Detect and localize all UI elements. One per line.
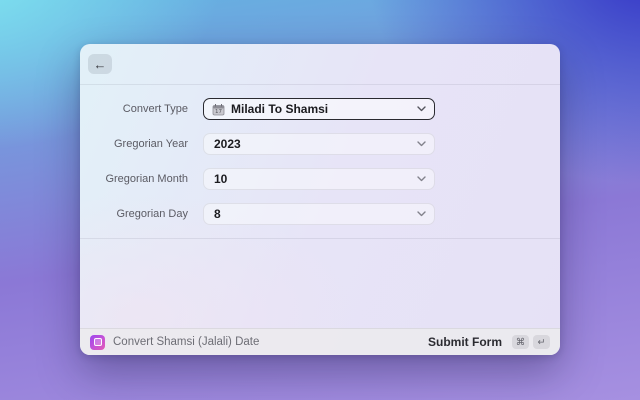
chevron-down-icon [417, 106, 426, 112]
form-row-gregorian-year: Gregorian Year 2023 [80, 133, 560, 155]
gregorian-year-dropdown[interactable]: 2023 [203, 133, 435, 155]
chevron-down-icon [417, 211, 426, 217]
back-button[interactable]: ← [88, 54, 112, 74]
gregorian-month-label: Gregorian Month [105, 173, 188, 185]
form-row-convert-type: Convert Type 17 Miladi To Shamsi [80, 98, 560, 120]
convert-type-dropdown[interactable]: 17 Miladi To Shamsi [203, 98, 435, 120]
calendar-icon: 17 [212, 103, 225, 116]
desktop-background: ← Convert Type 17 Miladi To Shamsi Grego… [0, 0, 640, 400]
calendar-extension-icon-glyph [93, 338, 102, 346]
form-row-gregorian-day: Gregorian Day 8 [80, 203, 560, 225]
gregorian-day-label: Gregorian Day [116, 208, 188, 220]
form: Convert Type 17 Miladi To Shamsi Gregori… [80, 85, 560, 239]
gregorian-day-value: 8 [214, 207, 221, 221]
gregorian-year-label: Gregorian Year [114, 138, 188, 150]
calendar-extension-icon [90, 334, 105, 350]
chevron-down-icon [417, 176, 426, 182]
window-header: ← [80, 44, 560, 85]
back-arrow-icon: ← [93, 56, 107, 72]
raycast-window: ← Convert Type 17 Miladi To Shamsi Grego… [80, 44, 560, 355]
convert-type-value: Miladi To Shamsi [231, 102, 329, 116]
convert-type-label: Convert Type [122, 103, 188, 115]
empty-content-area [80, 239, 560, 328]
command-title: Convert Shamsi (Jalali) Date [113, 336, 260, 348]
submit-form-label: Submit Form [428, 335, 502, 349]
chevron-down-icon [417, 141, 426, 147]
action-bar: Convert Shamsi (Jalali) Date Submit Form… [80, 328, 560, 355]
gregorian-day-dropdown[interactable]: 8 [203, 203, 435, 225]
gregorian-month-value: 10 [214, 172, 228, 186]
form-row-gregorian-month: Gregorian Month 10 [80, 168, 560, 190]
gregorian-month-dropdown[interactable]: 10 [203, 168, 435, 190]
svg-text:17: 17 [215, 109, 222, 115]
return-key-icon: ↵ [533, 335, 550, 349]
submit-form-button[interactable]: Submit Form ⌘ ↵ [428, 335, 550, 349]
command-key-icon: ⌘ [512, 335, 529, 349]
gregorian-year-value: 2023 [214, 137, 241, 151]
